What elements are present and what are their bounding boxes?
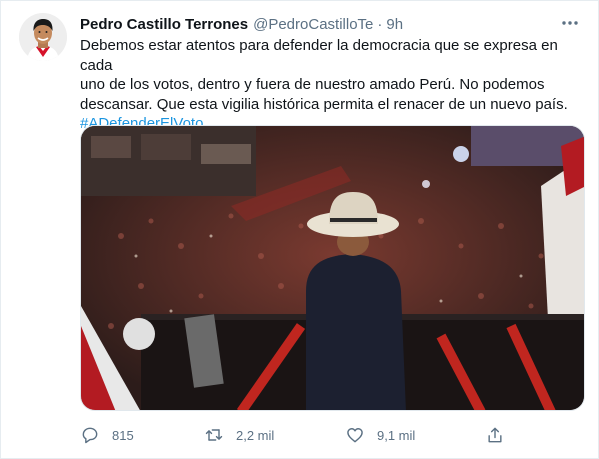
reply-count: 815 — [112, 427, 134, 443]
author-handle[interactable]: @PedroCastilloTe — [253, 16, 373, 33]
tweet-media-photo[interactable] — [80, 125, 585, 411]
tweet-actions: 815 2,2 mil 9,1 mil — [80, 423, 585, 447]
like-button[interactable]: 9,1 mil — [345, 423, 415, 447]
retweet-count: 2,2 mil — [236, 427, 275, 443]
author-avatar[interactable] — [19, 13, 67, 61]
author-photo — [19, 13, 67, 61]
tweet-text-line: descansar. Que esta vigilia histórica pe… — [80, 95, 568, 113]
tweet-timestamp[interactable]: 9h — [386, 16, 403, 33]
separator-dot: · — [377, 15, 383, 33]
reply-button[interactable]: 815 — [80, 423, 134, 447]
more-dots-icon — [562, 21, 578, 25]
retweet-button[interactable]: 2,2 mil — [204, 423, 274, 447]
like-count: 9,1 mil — [377, 427, 416, 443]
tweet-text-line: uno de los votos, dentro y fuera de nues… — [80, 76, 545, 93]
share-icon — [488, 427, 502, 443]
more-options-button[interactable] — [560, 13, 580, 33]
reply-bubble-icon — [82, 427, 98, 444]
tweet-text-line: Debemos estar atentos para defender la d… — [80, 37, 558, 74]
tweet-text: Debemos estar atentos para defender la d… — [80, 36, 585, 134]
tweet-header: Pedro Castillo Terrones @PedroCastilloTe… — [80, 14, 578, 34]
tweet-card: Pedro Castillo Terrones @PedroCastilloTe… — [0, 0, 599, 459]
heart-icon — [347, 428, 363, 443]
retweet-icon — [205, 429, 223, 441]
share-button[interactable] — [485, 423, 505, 447]
author-name[interactable]: Pedro Castillo Terrones — [80, 16, 248, 33]
rally-crowd-photo — [81, 126, 584, 410]
